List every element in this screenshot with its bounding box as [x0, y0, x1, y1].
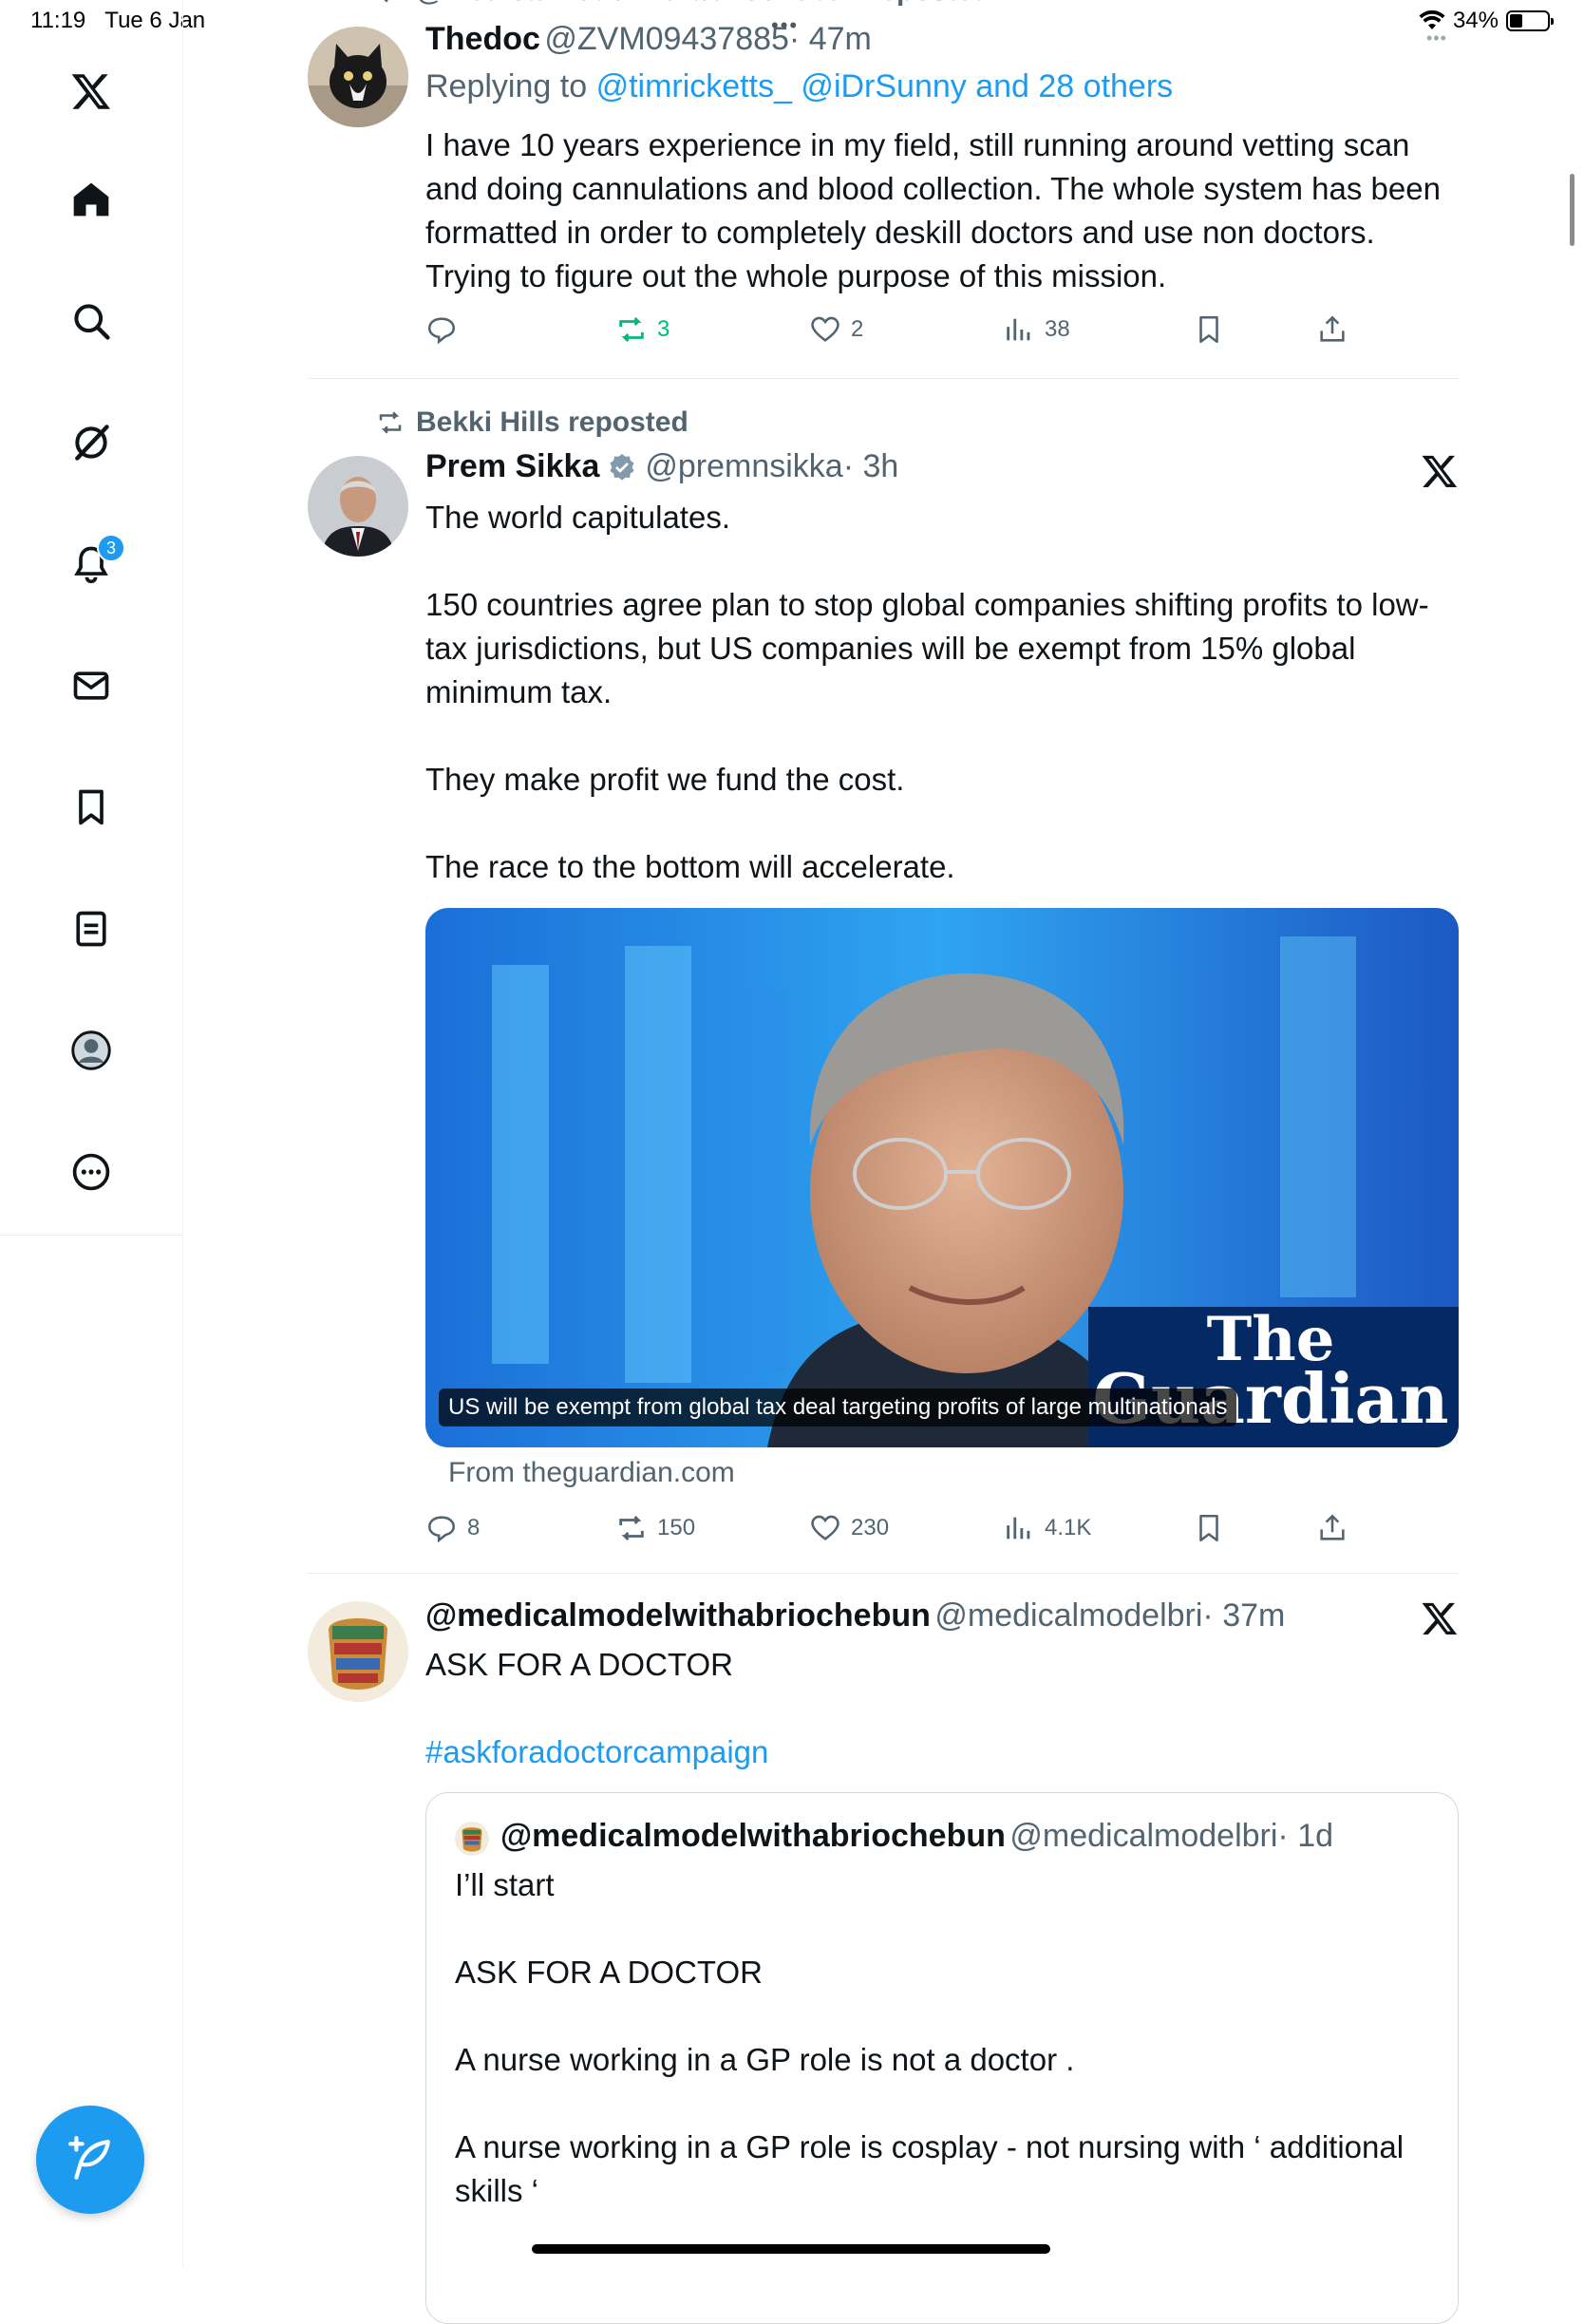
notifications-icon[interactable]: 3	[61, 534, 125, 595]
repost-icon	[619, 316, 644, 343]
compose-feather-icon	[68, 2136, 110, 2180]
gmc-avatar-icon	[308, 1601, 408, 1702]
x-source-icon[interactable]	[1421, 1599, 1459, 1642]
repost-button[interactable]: 3	[615, 313, 669, 346]
verified-badge-icon	[610, 453, 634, 481]
tweet-time[interactable]: · 3h	[843, 448, 899, 484]
tweet-header: @medicalmodelwithabriochebun @medicalmod…	[425, 1597, 1285, 1634]
repost-icon	[619, 1515, 644, 1541]
author-name[interactable]: Thedoc	[425, 21, 540, 57]
bookmark-button[interactable]	[1193, 1512, 1225, 1544]
grok-icon[interactable]	[61, 412, 122, 473]
author-avatar[interactable]	[308, 27, 408, 127]
scroll-indicator[interactable]	[1570, 174, 1575, 246]
bookmark-icon	[1199, 315, 1218, 344]
messages-icon[interactable]	[61, 655, 122, 716]
lists-icon[interactable]	[61, 898, 122, 959]
share-icon	[1320, 1514, 1345, 1540]
battery-icon	[1506, 10, 1554, 31]
share-icon	[1320, 315, 1345, 342]
tweet-text: ASK FOR A DOCTOR	[425, 1647, 733, 1682]
reply-button[interactable]	[425, 313, 467, 346]
author-avatar[interactable]	[308, 456, 408, 557]
quoted-author-name: @medicalmodelwithabriochebun	[500, 1818, 1006, 1854]
more-icon[interactable]	[61, 1142, 122, 1202]
author-name[interactable]: @medicalmodelwithabriochebun	[425, 1597, 931, 1634]
author-avatar[interactable]	[308, 1601, 408, 1702]
notification-badge: 3	[97, 534, 125, 562]
tweet-header: Thedoc @ZVM09437885· 47m	[425, 21, 872, 58]
bookmark-button[interactable]	[1193, 313, 1225, 346]
more-dots-icon[interactable]: •••	[1426, 28, 1447, 48]
person-avatar-icon	[308, 456, 408, 557]
x-source-icon[interactable]	[1421, 452, 1459, 495]
reply-to-link[interactable]: @timricketts_ @iDrSunny and 28 others	[596, 68, 1174, 104]
home-indicator[interactable]	[532, 2244, 1050, 2254]
reply-icon	[427, 317, 456, 345]
views-button[interactable]: 38	[1003, 313, 1070, 346]
bookmarks-icon[interactable]	[61, 777, 122, 838]
repost-button[interactable]: 150	[615, 1512, 695, 1544]
reply-button[interactable]: 8	[425, 1512, 480, 1544]
gmc-avatar-icon	[455, 1822, 489, 1856]
views-chart-icon	[1007, 1517, 1030, 1540]
repost-header: @medicalmodelwithabriochebun reposted	[376, 0, 990, 8]
like-button[interactable]: 2	[809, 313, 863, 346]
quoted-author-avatar	[455, 1822, 489, 1856]
repost-icon	[384, 0, 388, 3]
tweet-divider	[308, 378, 1459, 379]
repost-header: Bekki Hills reposted	[376, 406, 688, 439]
heart-icon	[811, 1515, 839, 1540]
card-caption: US will be exempt from global tax deal t…	[439, 1389, 1237, 1427]
tweet-text: I have 10 years experience in my field, …	[425, 127, 1441, 293]
views-button[interactable]: 4.1K	[1003, 1512, 1091, 1544]
quoted-tweet-time: · 1d	[1277, 1818, 1334, 1854]
battery-percent: 34%	[1452, 8, 1499, 33]
sidebar: 3	[0, 0, 183, 2268]
author-handle[interactable]: @premnsikka	[645, 448, 842, 484]
home-icon[interactable]	[61, 169, 122, 230]
author-name[interactable]: Prem Sikka	[425, 448, 599, 485]
tweet-time[interactable]: · 37m	[1202, 1597, 1285, 1634]
bookmark-icon	[1199, 1514, 1218, 1542]
cat-avatar-icon	[308, 27, 408, 127]
author-handle[interactable]: @medicalmodelbri	[934, 1597, 1202, 1634]
views-chart-icon	[1007, 318, 1030, 341]
share-button[interactable]	[1316, 1512, 1348, 1544]
link-card-image[interactable]: The Guardian US will be exempt from glob…	[425, 908, 1459, 1447]
search-icon[interactable]	[61, 291, 122, 351]
reply-icon	[427, 1516, 456, 1543]
tweet-text: The world capitulates. 150 countries agr…	[425, 500, 1429, 884]
tweet-header: Prem Sikka @premnsikka· 3h	[425, 448, 898, 485]
sidebar-divider	[0, 1235, 182, 1236]
quoted-author-handle: @medicalmodelbri	[1009, 1818, 1278, 1854]
tweet-divider	[308, 1573, 1459, 1574]
author-handle[interactable]: @ZVM09437885	[544, 21, 789, 57]
x-logo-icon[interactable]	[61, 61, 122, 122]
card-source[interactable]: From theguardian.com	[448, 1457, 735, 1489]
quoted-tweet-text: I’ll start ASK FOR A DOCTOR A nurse work…	[455, 1867, 1405, 2208]
repost-icon	[379, 411, 402, 434]
profile-icon[interactable]	[61, 1020, 122, 1081]
tweet-time[interactable]: · 47m	[789, 21, 872, 57]
compose-post-button[interactable]	[36, 2106, 144, 2214]
reply-context: Replying to @timricketts_ @iDrSunny and …	[425, 68, 1174, 104]
heart-icon	[811, 316, 839, 342]
share-button[interactable]	[1316, 313, 1348, 346]
like-button[interactable]: 230	[809, 1512, 889, 1544]
quoted-header: @medicalmodelwithabriochebun @medicalmod…	[500, 1818, 1333, 1855]
hashtag-link[interactable]: #askforadoctorcampaign	[425, 1730, 768, 1774]
